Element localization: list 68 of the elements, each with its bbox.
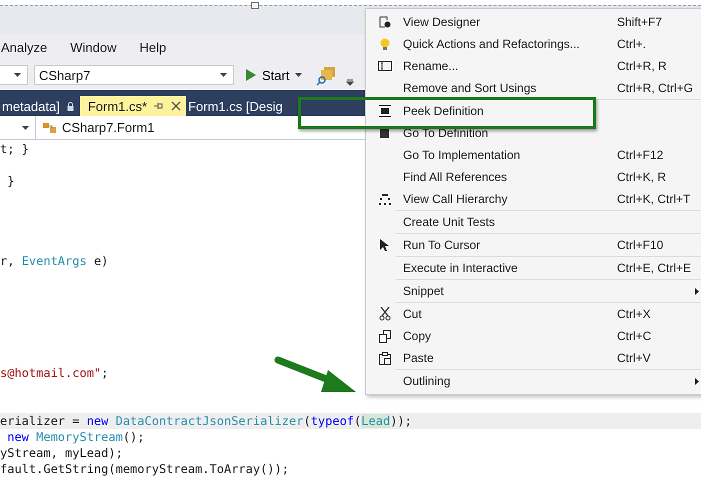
code-line: t; } <box>0 142 29 156</box>
shortcut-text: Ctrl+. <box>617 37 646 51</box>
caret-icon <box>220 73 227 77</box>
lock-icon <box>66 102 74 110</box>
menu-item[interactable]: Quick Actions and Refactorings... <box>403 37 617 51</box>
class-icon <box>42 120 58 134</box>
shortcut-text: Ctrl+K, R <box>617 170 666 184</box>
menu-item[interactable]: Execute in Interactive <box>403 261 617 275</box>
class-dropdown[interactable]: CSharp7.Form1 <box>36 116 366 139</box>
menu-item[interactable]: View Designer <box>403 15 617 29</box>
menu-item[interactable]: Go To Definition <box>403 126 617 140</box>
hierarchy-icon <box>378 194 390 204</box>
code-line: new MemoryStream(); <box>6 430 145 444</box>
start-button[interactable]: Start <box>240 64 308 86</box>
shortcut-text: Ctrl+V <box>617 351 651 365</box>
menu-item[interactable]: Rename... <box>403 59 617 73</box>
menu-item[interactable]: Copy <box>403 329 617 343</box>
dropdown[interactable] <box>0 65 28 85</box>
menu-item[interactable]: Create Unit Tests <box>403 215 617 229</box>
rename-icon <box>378 61 392 71</box>
shortcut-text: Shift+F7 <box>617 15 662 29</box>
menu-item[interactable]: Go To Implementation <box>403 148 617 162</box>
menu-item[interactable]: Find All References <box>403 170 617 184</box>
menu-item[interactable]: Run To Cursor <box>403 238 617 252</box>
shortcut-text: Ctrl+R, R <box>617 59 667 73</box>
shortcut-text: Ctrl+C <box>617 329 652 343</box>
file-tab[interactable]: Form1.cs* <box>80 96 186 116</box>
code-line: fault.GetString(memoryStream.ToArray()); <box>0 462 289 476</box>
menu-item[interactable]: Snippet <box>403 284 617 298</box>
file-tab[interactable]: metadata] <box>0 96 80 116</box>
close-icon[interactable] <box>171 101 182 111</box>
submenu-arrow-icon <box>695 378 699 384</box>
grip-handle[interactable] <box>251 2 259 9</box>
menu-item[interactable]: Peek Definition <box>403 104 617 118</box>
menu-item[interactable]: Cut <box>403 307 617 321</box>
menu-item[interactable]: Help <box>140 40 166 54</box>
caret-icon <box>14 73 21 77</box>
code-line: s@hotmail.com"; <box>0 366 108 380</box>
pin-icon[interactable] <box>154 101 164 111</box>
menu-item[interactable]: Remove and Sort Usings <box>403 81 617 95</box>
project-dropdown[interactable]: CSharp7 <box>34 65 234 85</box>
menu-item[interactable]: Window <box>70 40 116 54</box>
caret-icon <box>22 126 29 130</box>
code-line: } <box>6 174 14 188</box>
code-line: erializer = new DataContractJsonSerializer(typeof(Lead)); <box>0 414 412 428</box>
peek-icon <box>378 105 390 117</box>
caret-icon <box>295 73 302 77</box>
code-line: r, EventArgs e) <box>0 254 108 268</box>
shortcut-text: Ctrl+E, Ctrl+E <box>617 261 692 275</box>
cut-icon <box>378 307 390 321</box>
shortcut-text: Ctrl+F10 <box>617 238 664 252</box>
menu-item[interactable]: View Call Hierarchy <box>403 192 617 206</box>
menu-item[interactable]: Paste <box>403 351 617 365</box>
paste-icon <box>378 352 390 364</box>
code-line: yStream, myLead); <box>0 446 123 460</box>
shortcut-text: Ctrl+X <box>617 307 651 321</box>
cursor-icon <box>380 239 389 251</box>
shortcut-text: Ctrl+K, Ctrl+T <box>617 192 690 206</box>
play-icon <box>246 69 256 81</box>
copy-icon <box>378 330 390 342</box>
submenu-arrow-icon <box>695 288 699 294</box>
menu-item[interactable]: Outlining <box>403 374 617 388</box>
designer-icon <box>378 16 390 28</box>
lightbulb-icon <box>380 38 390 50</box>
shortcut-text: Ctrl+R, Ctrl+G <box>617 81 694 95</box>
file-tab[interactable]: Form1.cs [Desig <box>186 96 289 116</box>
shortcut-text: Ctrl+F12 <box>617 148 664 162</box>
menu-item[interactable]: Analyze <box>1 40 48 54</box>
